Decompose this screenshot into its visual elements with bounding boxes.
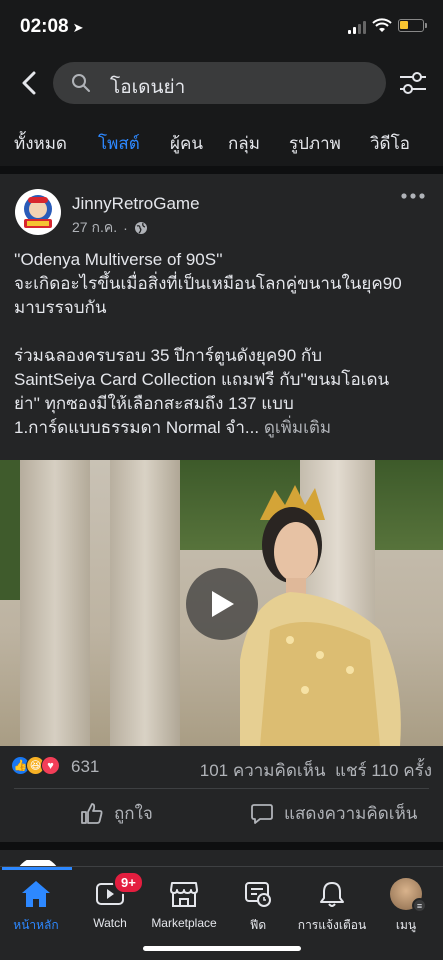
- back-arrow-icon: [22, 71, 36, 95]
- feeds-icon: [245, 882, 271, 907]
- post-text-line: 1.การ์ดแบบธรรมดา Normal จำ... ดูเพิ่มเติ…: [14, 418, 332, 437]
- more-options-icon[interactable]: [400, 190, 426, 202]
- nav-marketplace-label: Marketplace: [151, 916, 217, 930]
- like-label: ถูกใจ: [114, 804, 153, 823]
- tab-people[interactable]: ผู้คน: [170, 122, 203, 169]
- menu-icon: ≡: [412, 898, 427, 913]
- wifi-icon: [372, 18, 392, 32]
- post-text-line: ''Odenya Multiverse of 90S'': [14, 250, 223, 269]
- filter-settings-icon[interactable]: [398, 70, 428, 96]
- reaction-summary: 👍 😆 ♥ 631 101 ความคิดเห็น แชร์ 110 ครั้ง: [0, 746, 443, 786]
- profile-avatar: ≡: [390, 878, 427, 913]
- comment-icon: [251, 803, 273, 824]
- search-icon: [72, 74, 90, 92]
- comment-button[interactable]: แสดงความคิดเห็น: [250, 800, 417, 827]
- nav-menu-label: เมนู: [395, 918, 417, 932]
- nav-feeds[interactable]: ฟีด: [218, 877, 298, 935]
- post-text-line: ร่วมฉลองครบรอบ 35 ปีการ์ตูนดังยุค90 กับ: [14, 346, 322, 365]
- comment-label: แสดงความคิดเห็น: [284, 804, 418, 823]
- play-icon: [212, 591, 234, 617]
- status-bar: 02:08 ➤: [0, 0, 443, 54]
- battery-icon: [398, 19, 427, 32]
- tab-videos[interactable]: วิดีโอ: [370, 122, 410, 169]
- tab-posts[interactable]: โพสต์: [90, 122, 148, 169]
- tab-groups[interactable]: กลุ่ม: [228, 122, 260, 169]
- nav-home[interactable]: หน้าหลัก: [0, 877, 76, 935]
- video-player[interactable]: [0, 460, 443, 746]
- nav-feeds-label: ฟีด: [249, 918, 267, 932]
- author-avatar[interactable]: [15, 189, 61, 235]
- nav-watch[interactable]: 9+ Watch: [70, 871, 150, 930]
- post-card: JinnyRetroGame 27 ก.ค. · ''Odenya Multiv…: [0, 174, 443, 842]
- post-text-line: ย่า'' ทุกซองมีให้เลือกสะสมถึง 137 แบบ: [14, 394, 294, 413]
- home-icon: [22, 881, 50, 907]
- nav-menu[interactable]: ≡ เมนู: [366, 877, 443, 935]
- back-button[interactable]: [14, 66, 44, 100]
- separator-dot: ·: [123, 220, 128, 236]
- status-time: 02:08 ➤: [20, 16, 84, 38]
- marketplace-store-icon: [170, 882, 198, 907]
- see-more-link[interactable]: ดูเพิ่มเติม: [264, 418, 331, 437]
- tab-all[interactable]: ทั้งหมด: [14, 122, 67, 169]
- comment-share-counts: 101 ความคิดเห็น แชร์ 110 ครั้ง: [200, 757, 432, 784]
- active-tab-indicator: [2, 867, 72, 870]
- watch-badge: 9+: [113, 871, 144, 894]
- location-arrow-icon: ➤: [72, 20, 84, 35]
- nav-marketplace[interactable]: Marketplace: [144, 877, 224, 930]
- search-input[interactable]: โอเดนย่า: [53, 62, 386, 104]
- divider: [0, 166, 443, 174]
- post-text-line: SaintSeiya Card Collection แถมฟรี กับ''ข…: [14, 370, 390, 389]
- play-button[interactable]: [186, 568, 258, 640]
- cellular-signal-icon: [348, 20, 366, 34]
- post-text-line: จะเกิดอะไรขึ้นเมื่อสิ่งที่เป็นเหมือนโลกค…: [14, 274, 402, 293]
- bell-icon: [320, 882, 344, 907]
- share-count[interactable]: แชร์ 110 ครั้ง: [335, 761, 432, 780]
- globe-icon: [134, 222, 147, 234]
- post-date[interactable]: 27 ก.ค.: [72, 217, 117, 239]
- nav-notifications-label: การแจ้งเตือน: [297, 918, 367, 932]
- search-tabs: ทั้งหมด โพสต์ ผู้คน กลุ่ม รูปภาพ วิดีโอ: [0, 122, 443, 169]
- reaction-count[interactable]: 631: [71, 757, 99, 777]
- search-header: โอเดนย่า: [0, 60, 443, 106]
- reaction-icons[interactable]: 👍 😆 ♥: [11, 756, 60, 775]
- tab-photos[interactable]: รูปภาพ: [289, 122, 341, 169]
- post-text-line: มาบรรจบกัน: [14, 298, 107, 317]
- divider: [14, 788, 429, 789]
- love-reaction-icon: ♥: [41, 756, 60, 775]
- like-button[interactable]: ถูกใจ: [80, 800, 153, 827]
- clock: 02:08: [20, 16, 69, 37]
- thumbs-up-icon: [81, 802, 103, 824]
- post-meta: 27 ก.ค. ·: [72, 217, 148, 239]
- post-body: ''Odenya Multiverse of 90S'' จะเกิดอะไรข…: [14, 248, 434, 440]
- retro-game-logo: [16, 190, 60, 234]
- divider: [0, 842, 443, 850]
- nav-watch-label: Watch: [93, 916, 127, 930]
- comment-count[interactable]: 101 ความคิดเห็น: [200, 761, 326, 780]
- home-indicator: [143, 946, 301, 951]
- nav-home-label: หน้าหลัก: [13, 918, 59, 932]
- author-name[interactable]: JinnyRetroGame: [72, 194, 200, 214]
- search-query: โอเดนย่า: [110, 77, 186, 98]
- video-thumbnail-person: [240, 485, 401, 746]
- nav-notifications[interactable]: การแจ้งเตือน: [292, 877, 372, 935]
- post-actions: ถูกใจ แสดงความคิดเห็น: [0, 792, 443, 836]
